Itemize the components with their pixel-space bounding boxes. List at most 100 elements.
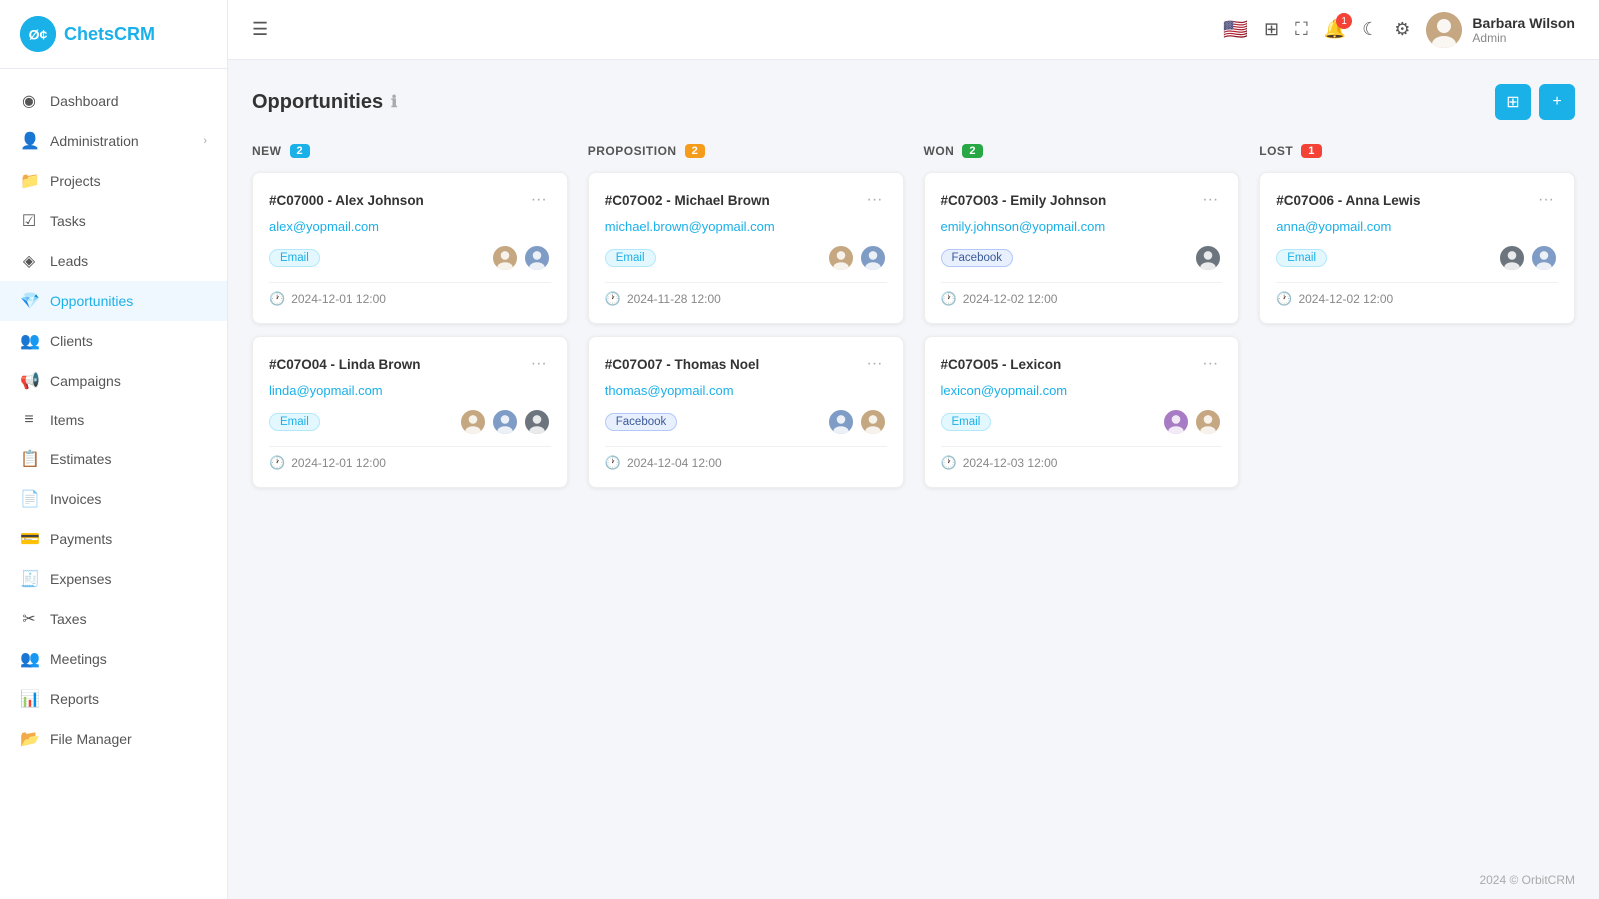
fullscreen-icon[interactable]: ⛶	[1295, 19, 1308, 40]
col-header-new: NEW 2	[252, 144, 568, 158]
card-menu-button[interactable]: ···	[863, 189, 887, 211]
col-badge-lost: 1	[1301, 144, 1322, 158]
sidebar-label-leads: Leads	[50, 253, 88, 269]
sidebar-item-administration[interactable]: 👤 Administration ›	[0, 121, 227, 161]
kanban-col-new: NEW 2 #C07000 - Alex Johnson ··· alex@yo…	[252, 144, 568, 500]
card-email[interactable]: anna@yopmail.com	[1276, 219, 1558, 234]
nav: ◉ Dashboard 👤 Administration › 📁 Project…	[0, 69, 227, 899]
page-actions: ⊞ +	[1495, 84, 1575, 120]
user-menu[interactable]: Barbara Wilson Admin	[1426, 12, 1575, 48]
add-button[interactable]: +	[1539, 84, 1575, 120]
card-tag: Email	[941, 413, 992, 431]
language-flag[interactable]: 🇺🇸	[1223, 17, 1248, 42]
card-menu-button[interactable]: ···	[1198, 189, 1222, 211]
sidebar-item-file-manager[interactable]: 📂 File Manager	[0, 719, 227, 759]
clock-icon: 🕐	[941, 455, 957, 471]
sidebar-item-invoices[interactable]: 📄 Invoices	[0, 479, 227, 519]
mini-avatar	[827, 408, 855, 436]
chevron-icon: ›	[203, 135, 207, 147]
kanban-col-won: WON 2 #C07O03 - Emily Johnson ··· emily.…	[924, 144, 1240, 500]
card-title: #C07O05 - Lexicon	[941, 357, 1062, 372]
sidebar-item-meetings[interactable]: 👥 Meetings	[0, 639, 227, 679]
col-label-lost: LOST	[1259, 144, 1293, 158]
col-header-proposition: PROPOSITION 2	[588, 144, 904, 158]
mini-avatar	[827, 244, 855, 272]
card-menu-button[interactable]: ···	[527, 189, 551, 211]
card-avatars	[827, 408, 887, 436]
hamburger-icon[interactable]: ☰	[252, 19, 268, 40]
items-icon: ≡	[20, 411, 38, 429]
sidebar-item-leads[interactable]: ◈ Leads	[0, 241, 227, 281]
clock-icon: 🕐	[941, 291, 957, 307]
card-date: 🕐 2024-12-02 12:00	[941, 291, 1223, 307]
card-header: #C07O03 - Emily Johnson ···	[941, 189, 1223, 211]
card-date: 🕐 2024-12-04 12:00	[605, 455, 887, 471]
content-area: Opportunities ℹ ⊞ + NEW 2 #C07000 - Alex…	[228, 60, 1599, 861]
reports-icon: 📊	[20, 689, 38, 709]
kanban-card: #C07O04 - Linda Brown ··· linda@yopmail.…	[252, 336, 568, 488]
kanban-card: #C07O02 - Michael Brown ··· michael.brow…	[588, 172, 904, 324]
card-avatars	[1162, 408, 1222, 436]
card-email[interactable]: michael.brown@yopmail.com	[605, 219, 887, 234]
grid-view-button[interactable]: ⊞	[1495, 84, 1531, 120]
card-tags: Email	[1276, 244, 1558, 272]
mini-avatar	[523, 244, 551, 272]
col-header-lost: LOST 1	[1259, 144, 1575, 158]
mini-avatar	[1530, 244, 1558, 272]
card-title: #C07000 - Alex Johnson	[269, 193, 424, 208]
card-tag: Email	[1276, 249, 1327, 267]
dark-mode-icon[interactable]: ☾	[1362, 19, 1378, 40]
sidebar-item-clients[interactable]: 👥 Clients	[0, 321, 227, 361]
sidebar-item-estimates[interactable]: 📋 Estimates	[0, 439, 227, 479]
card-email[interactable]: linda@yopmail.com	[269, 383, 551, 398]
clients-icon: 👥	[20, 331, 38, 351]
sidebar-label-expenses: Expenses	[50, 571, 111, 587]
card-email[interactable]: lexicon@yopmail.com	[941, 383, 1223, 398]
card-menu-button[interactable]: ···	[863, 353, 887, 375]
invoices-icon: 📄	[20, 489, 38, 509]
card-menu-button[interactable]: ···	[1534, 189, 1558, 211]
sidebar-item-items[interactable]: ≡ Items	[0, 401, 227, 439]
card-date: 🕐 2024-12-01 12:00	[269, 455, 551, 471]
sidebar-item-taxes[interactable]: ✂ Taxes	[0, 599, 227, 639]
card-email[interactable]: thomas@yopmail.com	[605, 383, 887, 398]
card-header: #C07O05 - Lexicon ···	[941, 353, 1223, 375]
card-menu-button[interactable]: ···	[527, 353, 551, 375]
card-avatars	[459, 408, 551, 436]
card-tags: Facebook	[941, 244, 1223, 272]
card-title: #C07O02 - Michael Brown	[605, 193, 770, 208]
settings-icon[interactable]: ⚙	[1394, 19, 1410, 40]
main-area: ☰ 🇺🇸 ⊞ ⛶ 🔔 1 ☾ ⚙ Barba	[228, 0, 1599, 899]
card-email[interactable]: emily.johnson@yopmail.com	[941, 219, 1223, 234]
sidebar-label-projects: Projects	[50, 173, 101, 189]
sidebar-label-dashboard: Dashboard	[50, 93, 119, 109]
notifications[interactable]: 🔔 1	[1324, 19, 1346, 40]
sidebar-item-expenses[interactable]: 🧾 Expenses	[0, 559, 227, 599]
sidebar-item-projects[interactable]: 📁 Projects	[0, 161, 227, 201]
card-avatars	[827, 244, 887, 272]
logo-text: ChetsCRM	[64, 24, 155, 45]
sidebar-item-tasks[interactable]: ☑ Tasks	[0, 201, 227, 241]
col-badge-new: 2	[290, 144, 311, 158]
notification-badge: 1	[1336, 13, 1352, 29]
sidebar-item-campaigns[interactable]: 📢 Campaigns	[0, 361, 227, 401]
apps-icon[interactable]: ⊞	[1264, 19, 1279, 40]
sidebar-item-payments[interactable]: 💳 Payments	[0, 519, 227, 559]
sidebar-item-opportunities[interactable]: 💎 Opportunities	[0, 281, 227, 321]
sidebar-item-reports[interactable]: 📊 Reports	[0, 679, 227, 719]
clock-icon: 🕐	[1276, 291, 1292, 307]
kanban-card: #C07O05 - Lexicon ··· lexicon@yopmail.co…	[924, 336, 1240, 488]
card-avatars	[1498, 244, 1558, 272]
info-icon[interactable]: ℹ	[391, 92, 397, 112]
logo[interactable]: Ø¢ ChetsCRM	[0, 0, 227, 69]
footer: 2024 © OrbitCRM	[228, 861, 1599, 899]
card-email[interactable]: alex@yopmail.com	[269, 219, 551, 234]
mini-avatar	[491, 408, 519, 436]
sidebar-label-payments: Payments	[50, 531, 112, 547]
card-tags: Email	[941, 408, 1223, 436]
card-menu-button[interactable]: ···	[1198, 353, 1222, 375]
kanban-card: #C07O07 - Thomas Noel ··· thomas@yopmail…	[588, 336, 904, 488]
card-title: #C07O07 - Thomas Noel	[605, 357, 760, 372]
sidebar-item-dashboard[interactable]: ◉ Dashboard	[0, 81, 227, 121]
logo-icon: Ø¢	[20, 16, 56, 52]
